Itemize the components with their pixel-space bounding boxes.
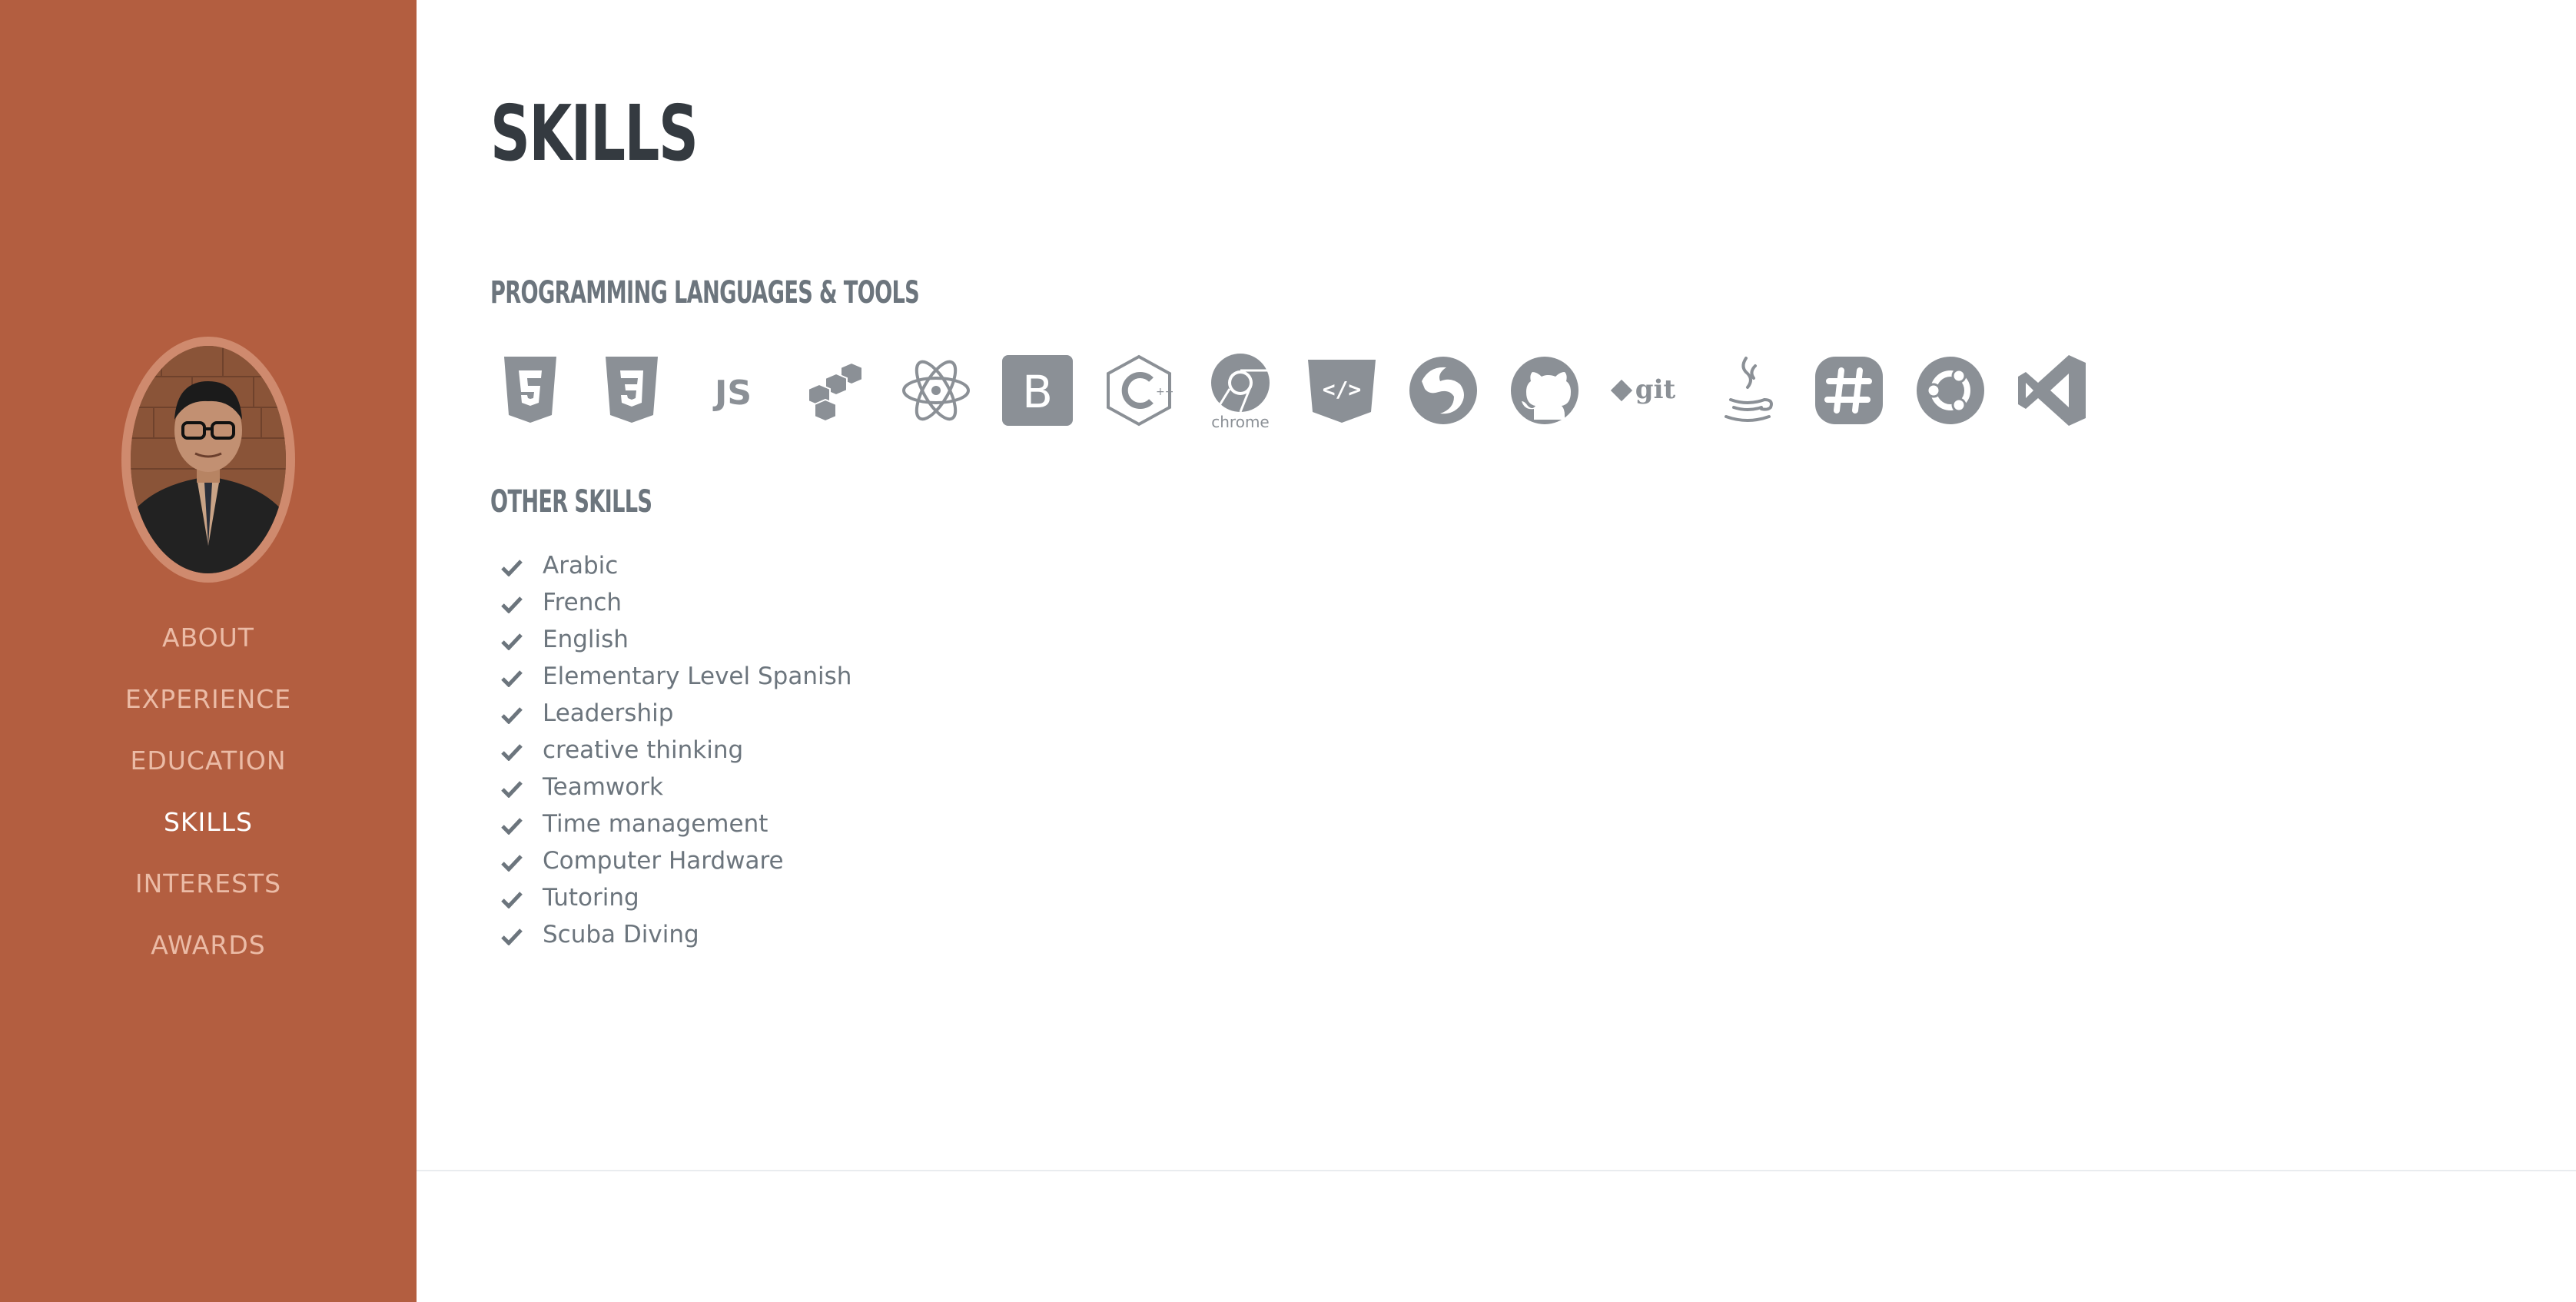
check-icon xyxy=(501,816,523,835)
list-item: Scuba Diving xyxy=(490,916,851,953)
skill-label: creative thinking xyxy=(543,736,744,764)
skill-label: Scuba Diving xyxy=(543,921,699,948)
svg-text:git: git xyxy=(1635,374,1676,405)
vscode-icon xyxy=(2015,350,2089,430)
list-item: Computer Hardware xyxy=(490,842,851,879)
github-icon xyxy=(1508,350,1582,430)
check-icon xyxy=(501,779,523,798)
atom-icon xyxy=(899,350,973,430)
list-item: French xyxy=(490,584,851,621)
git-icon: git xyxy=(1609,350,1683,430)
check-icon xyxy=(501,706,523,724)
codepen-icon: </> xyxy=(1305,350,1379,430)
bootstrap-icon: B xyxy=(1001,350,1074,430)
slack-icon xyxy=(1812,350,1886,430)
check-icon xyxy=(501,558,523,576)
cplusplus-icon: ++ xyxy=(1102,350,1176,430)
js-icon: JS xyxy=(696,350,770,430)
check-icon xyxy=(501,742,523,761)
nav-item-education[interactable]: EDUCATION xyxy=(0,735,417,796)
page-title: SKILLS xyxy=(490,88,699,178)
skill-label: Teamwork xyxy=(543,773,663,801)
html5-icon xyxy=(493,350,567,430)
avatar-frame xyxy=(121,337,295,583)
java-icon xyxy=(1711,350,1784,430)
other-skills-heading: OTHER SKILLS xyxy=(490,484,652,520)
sidebar-nav: ABOUT EXPERIENCE EDUCATION SKILLS INTERE… xyxy=(0,612,417,981)
svg-text:JS: JS xyxy=(712,374,752,413)
tools-heading: PROGRAMMING LANGUAGES & TOOLS xyxy=(490,275,920,311)
skill-label: Leadership xyxy=(543,699,674,727)
skills-list: Arabic French English Elementary Level S… xyxy=(490,547,851,953)
check-icon xyxy=(501,632,523,650)
skill-label: Time management xyxy=(543,810,768,838)
aws-icon xyxy=(798,350,871,430)
svg-text:chrome: chrome xyxy=(1211,413,1269,430)
skill-label: English xyxy=(543,626,629,653)
list-item: English xyxy=(490,621,851,658)
skill-label: Tutoring xyxy=(543,884,639,912)
check-icon xyxy=(501,853,523,872)
list-item: Leadership xyxy=(490,695,851,732)
ubuntu-icon xyxy=(1914,350,1987,430)
check-icon xyxy=(501,890,523,908)
list-item: Time management xyxy=(490,805,851,842)
list-item: Elementary Level Spanish xyxy=(490,658,851,695)
nav-item-skills[interactable]: SKILLS xyxy=(0,796,417,858)
svg-text:B: B xyxy=(1022,366,1053,418)
nav-item-about[interactable]: ABOUT xyxy=(0,612,417,673)
check-icon xyxy=(501,669,523,687)
nav-item-interests[interactable]: INTERESTS xyxy=(0,858,417,919)
list-item: Tutoring xyxy=(490,879,851,916)
avatar xyxy=(131,346,286,573)
check-icon xyxy=(501,595,523,613)
sidebar: ABOUT EXPERIENCE EDUCATION SKILLS INTERE… xyxy=(0,0,417,1302)
tool-icons: JS B ++ chrome </> git xyxy=(493,350,2089,430)
main-content: SKILLS PROGRAMMING LANGUAGES & TOOLS JS xyxy=(417,0,2576,1302)
skill-label: French xyxy=(543,589,622,616)
svg-text:</>: </> xyxy=(1323,377,1362,402)
list-item: Arabic xyxy=(490,547,851,584)
list-item: Teamwork xyxy=(490,769,851,805)
check-icon xyxy=(501,927,523,945)
list-item: creative thinking xyxy=(490,732,851,769)
nav-item-awards[interactable]: AWARDS xyxy=(0,919,417,981)
chrome-icon: chrome xyxy=(1203,350,1277,430)
skill-label: Arabic xyxy=(543,552,619,580)
skill-label: Computer Hardware xyxy=(543,847,784,875)
section-divider xyxy=(417,1170,2576,1171)
firefox-icon xyxy=(1406,350,1480,430)
css3-icon xyxy=(595,350,669,430)
skill-label: Elementary Level Spanish xyxy=(543,663,852,690)
svg-text:++: ++ xyxy=(1156,386,1173,398)
nav-item-experience[interactable]: EXPERIENCE xyxy=(0,673,417,735)
